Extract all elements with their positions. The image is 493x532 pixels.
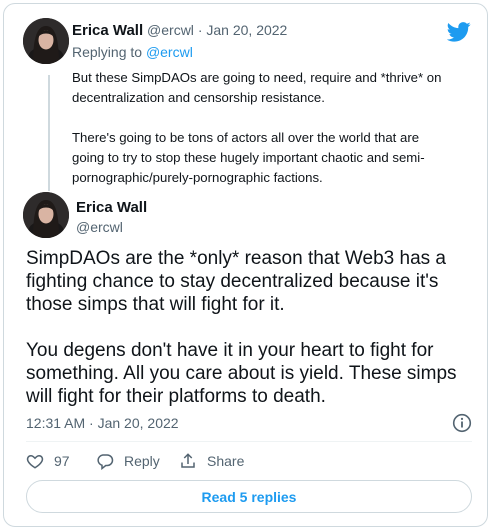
divider [26,441,472,442]
twitter-bird-icon[interactable] [447,22,471,42]
reply-tweet-header: Erica Wall @ercwl · Jan 20, 2022 [72,20,287,41]
like-count: 97 [54,453,70,469]
thread-line [48,75,50,191]
tweet-timestamp[interactable]: 12:31 AM · Jan 20, 2022 [26,413,179,433]
reply-icon [97,454,114,470]
replying-to-label: Replying to [72,44,143,60]
author-handle[interactable]: @ercwl [76,217,123,237]
replying-to: Replying to @ercwl [72,42,193,62]
heart-icon [26,454,44,469]
author-name[interactable]: Erica Wall [72,22,143,39]
author-name[interactable]: Erica Wall [76,199,147,216]
author-handle[interactable]: @ercwl [147,22,194,38]
main-author-name-row: Erica Wall [76,197,147,218]
avatar[interactable] [23,192,69,238]
tweet-date[interactable]: Jan 20, 2022 [206,22,287,38]
avatar[interactable] [23,18,69,64]
share-button[interactable]: Share [179,452,244,470]
like-button[interactable]: 97 [26,452,70,470]
reply-button[interactable]: Reply [96,452,160,470]
reply-label: Reply [124,453,160,469]
share-icon [181,453,195,468]
separator: · [197,22,203,38]
read-replies-button[interactable]: Read 5 replies [26,480,472,513]
tweet-card: Erica Wall @ercwl · Jan 20, 2022 Replyin… [3,3,488,527]
share-label: Share [207,453,245,469]
info-icon[interactable] [452,413,472,433]
read-replies-label: Read 5 replies [201,488,297,505]
replying-to-handle[interactable]: @ercwl [146,44,193,60]
